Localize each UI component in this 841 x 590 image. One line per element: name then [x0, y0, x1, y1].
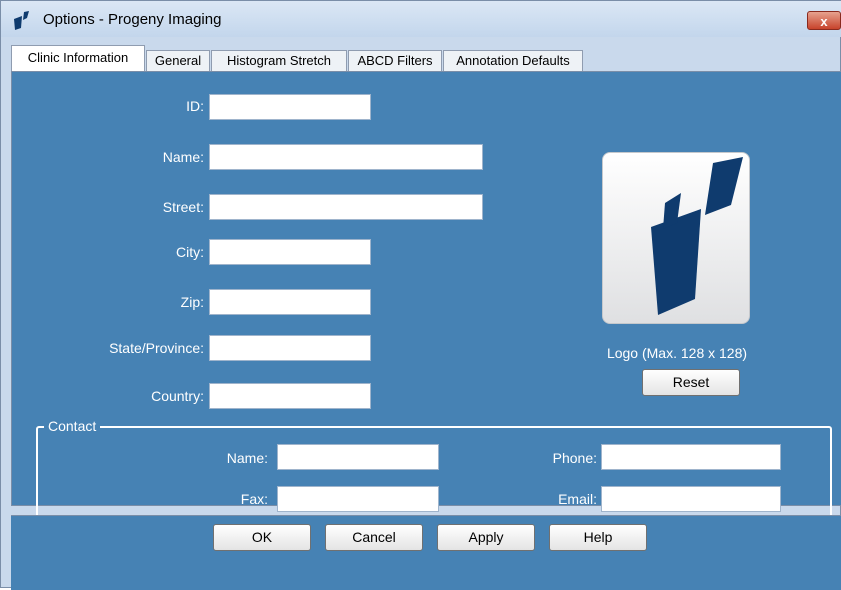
tab-abcd-filters[interactable]: ABCD Filters	[348, 50, 442, 71]
help-button[interactable]: Help	[549, 524, 647, 551]
contact-phone-field[interactable]	[601, 444, 781, 470]
id-field[interactable]	[209, 94, 371, 120]
close-button[interactable]: x	[807, 11, 841, 30]
country-label: Country:	[151, 388, 204, 404]
street-label: Street:	[162, 199, 204, 215]
contact-email-field[interactable]	[601, 486, 781, 512]
logo-preview[interactable]	[602, 152, 750, 324]
apply-button[interactable]: Apply	[437, 524, 535, 551]
zip-field[interactable]	[209, 289, 371, 315]
contact-email-label: Email:	[558, 491, 597, 507]
close-icon: x	[820, 14, 828, 29]
clinic-name-label: Name:	[162, 149, 204, 165]
ok-button[interactable]: OK	[213, 524, 311, 551]
contact-phone-label: Phone:	[552, 450, 597, 466]
title-bar[interactable]: Options - Progeny Imaging x	[1, 1, 841, 37]
state-province-label: State/Province:	[109, 340, 204, 356]
logo-caption: Logo (Max. 128 x 128)	[606, 345, 748, 361]
options-dialog: Options - Progeny Imaging x Clinic Infor…	[0, 0, 841, 590]
country-field[interactable]	[209, 383, 371, 409]
id-label: ID:	[186, 98, 204, 114]
tab-annotation-defaults[interactable]: Annotation Defaults	[443, 50, 583, 71]
city-label: City:	[176, 244, 204, 260]
window-title: Options - Progeny Imaging	[43, 11, 222, 28]
cancel-button[interactable]: Cancel	[325, 524, 423, 551]
street-field[interactable]	[209, 194, 483, 220]
contact-name-field[interactable]	[277, 444, 439, 470]
tab-clinic-information[interactable]: Clinic Information	[11, 45, 145, 71]
contact-fax-label: Fax:	[240, 491, 268, 507]
clinic-name-field[interactable]	[209, 144, 483, 170]
dialog-button-bar: OK Cancel Apply Help	[11, 515, 841, 590]
progeny-app-icon	[14, 11, 29, 30]
contact-fax-field[interactable]	[277, 486, 439, 512]
clinic-information-panel: ID: Name: Street: City: Zip: State/Provi…	[11, 71, 841, 524]
zip-label: Zip:	[180, 294, 204, 310]
reset-logo-button[interactable]: Reset	[642, 369, 740, 396]
progeny-logo-icon	[651, 157, 743, 315]
tab-histogram-stretch[interactable]: Histogram Stretch	[211, 50, 347, 71]
city-field[interactable]	[209, 239, 371, 265]
contact-legend: Contact	[44, 418, 101, 434]
state-province-field[interactable]	[209, 335, 371, 361]
tab-general[interactable]: General	[146, 50, 210, 71]
contact-name-label: Name:	[226, 450, 268, 466]
